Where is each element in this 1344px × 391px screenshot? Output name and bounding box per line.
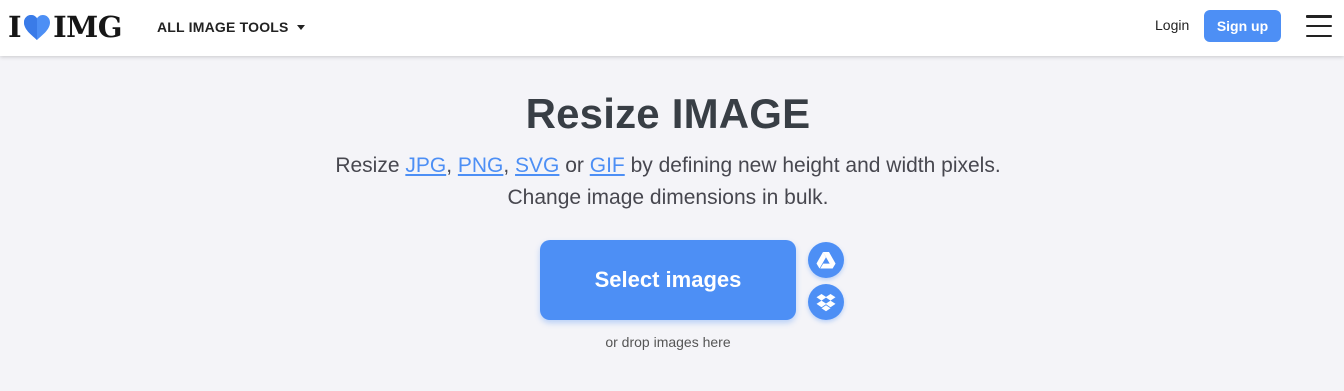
google-drive-icon xyxy=(816,252,836,269)
subtitle-suffix: by defining new height and width pixels. xyxy=(624,154,1001,177)
all-image-tools-label: ALL IMAGE TOOLS xyxy=(157,19,289,35)
google-drive-button[interactable] xyxy=(808,242,844,278)
dropbox-button[interactable] xyxy=(808,284,844,320)
subtitle-line-2: Change image dimensions in bulk. xyxy=(507,186,829,209)
hamburger-line xyxy=(1306,34,1332,37)
format-link-svg[interactable]: SVG xyxy=(515,154,559,177)
subtitle-separator: , xyxy=(503,154,516,177)
all-image-tools-dropdown[interactable]: ALL IMAGE TOOLS xyxy=(157,17,305,37)
page-subtitle: Resize JPG, PNG, SVG or GIF by defining … xyxy=(0,150,1336,214)
caret-down-icon xyxy=(296,25,305,30)
dropbox-icon xyxy=(816,293,836,311)
logo-text-img: IMG xyxy=(53,10,123,44)
iloveimg-logo[interactable]: I IMG xyxy=(8,10,123,44)
select-images-button[interactable]: Select images xyxy=(540,240,796,320)
top-navigation-bar: I IMG ALL IMAGE TOOLS Login Sign up xyxy=(0,0,1344,56)
hamburger-menu-icon[interactable] xyxy=(1306,15,1332,37)
format-link-png[interactable]: PNG xyxy=(458,154,504,177)
subtitle-separator: , xyxy=(446,154,458,177)
format-link-jpg[interactable]: JPG xyxy=(405,154,446,177)
subtitle-line-1: Resize JPG, PNG, SVG or GIF by defining … xyxy=(0,150,1336,182)
logo-letter-i: I xyxy=(8,10,22,44)
page-title: Resize IMAGE xyxy=(525,90,811,137)
heart-icon xyxy=(24,15,51,40)
subtitle-prefix: Resize xyxy=(335,154,406,177)
login-link[interactable]: Login xyxy=(1155,17,1189,33)
signup-button[interactable]: Sign up xyxy=(1204,10,1281,42)
format-link-gif[interactable]: GIF xyxy=(590,154,625,177)
drop-images-hint: or drop images here xyxy=(605,334,731,350)
hamburger-line xyxy=(1306,24,1332,28)
subtitle-separator: or xyxy=(559,154,590,177)
hamburger-line xyxy=(1306,15,1332,18)
